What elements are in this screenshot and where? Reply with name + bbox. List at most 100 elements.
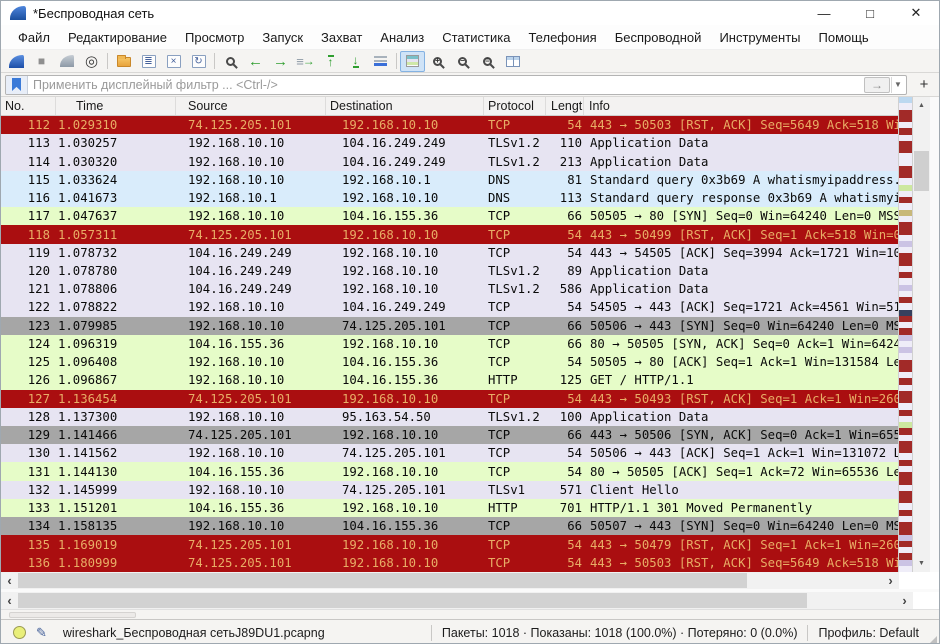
go-first-packet-button[interactable]: ↑: [318, 51, 343, 72]
menu-item-wireless[interactable]: Беспроводной: [606, 27, 711, 48]
menu-item-capture[interactable]: Захват: [312, 27, 371, 48]
auto-scroll-button[interactable]: [368, 51, 393, 72]
go-back-button[interactable]: ←: [243, 51, 268, 72]
scroll-up-arrow[interactable]: ▲: [913, 97, 930, 114]
open-file-button[interactable]: [111, 51, 136, 72]
display-filter-input[interactable]: Применить дисплейный фильтр ... <Ctrl-/>…: [5, 75, 907, 95]
profile-selector[interactable]: Профиль: Default: [814, 626, 929, 640]
packet-row-118[interactable]: 1181.05731174.125.205.101192.168.10.10TC…: [1, 225, 898, 243]
filter-dropdown-caret[interactable]: ▼: [891, 77, 904, 93]
column-header-no[interactable]: No.: [1, 97, 56, 115]
scroll-left-arrow[interactable]: ‹: [1, 572, 18, 589]
horizontal-scroll-thumb[interactable]: [18, 573, 747, 588]
packet-row-129[interactable]: 1291.14146674.125.205.101192.168.10.10TC…: [1, 426, 898, 444]
zoom-in-button[interactable]: +: [425, 51, 450, 72]
capture-options-button[interactable]: ◎: [79, 51, 104, 72]
menu-item-telephony[interactable]: Телефония: [519, 27, 605, 48]
window-resize-grip[interactable]: [929, 636, 937, 644]
colorize-button[interactable]: [400, 51, 425, 72]
column-header-source[interactable]: Source: [176, 97, 326, 115]
cell-dst: 192.168.10.10: [326, 556, 484, 570]
packet-row-124[interactable]: 1241.096319104.16.155.36192.168.10.10TCP…: [1, 335, 898, 353]
packet-row-125[interactable]: 1251.096408192.168.10.10104.16.155.36TCP…: [1, 353, 898, 371]
packet-row-135[interactable]: 1351.16901974.125.205.101192.168.10.10TC…: [1, 535, 898, 553]
pane-splitter[interactable]: [1, 609, 939, 619]
horizontal-scroll-thumb[interactable]: [18, 593, 807, 608]
close-file-button[interactable]: ×: [161, 51, 186, 72]
packet-row-136[interactable]: 1361.18099974.125.205.101192.168.10.10TC…: [1, 554, 898, 572]
save-file-button[interactable]: ≣: [136, 51, 161, 72]
packet-row-131[interactable]: 1311.144130104.16.155.36192.168.10.10TCP…: [1, 462, 898, 480]
cell-len: 54: [546, 246, 584, 260]
vertical-scroll-thumb[interactable]: [914, 151, 929, 191]
scroll-left-arrow[interactable]: ‹: [1, 592, 18, 609]
maximize-button[interactable]: □: [847, 1, 893, 25]
cell-proto: TLSv1.2: [484, 410, 546, 424]
packet-row-133[interactable]: 1331.151201104.16.155.36192.168.10.10HTT…: [1, 499, 898, 517]
go-to-packet-button[interactable]: →: [293, 51, 318, 72]
menu-item-file[interactable]: Файл: [9, 27, 59, 48]
scroll-down-arrow[interactable]: ▼: [913, 555, 930, 572]
packet-row-112[interactable]: 1121.02931074.125.205.101192.168.10.10TC…: [1, 116, 898, 134]
menu-item-view[interactable]: Просмотр: [176, 27, 253, 48]
menu-item-analyze[interactable]: Анализ: [371, 27, 433, 48]
packet-minimap-scrollbar[interactable]: [899, 97, 913, 572]
packet-row-126[interactable]: 1261.096867192.168.10.10104.16.155.36HTT…: [1, 371, 898, 389]
column-header-destination[interactable]: Destination: [326, 97, 484, 115]
restart-capture-button[interactable]: [54, 51, 79, 72]
close-button[interactable]: ✕: [893, 1, 939, 25]
column-header-info[interactable]: Info: [584, 97, 898, 115]
packet-row-114[interactable]: 1141.030320192.168.10.10104.16.249.249TL…: [1, 152, 898, 170]
filter-bookmark-button[interactable]: [6, 76, 28, 94]
column-header-length[interactable]: Length: [546, 97, 584, 115]
packet-row-128[interactable]: 1281.137300192.168.10.1095.163.54.50TLSv…: [1, 408, 898, 426]
cell-time: 1.145999: [56, 483, 176, 497]
capture-comment-pencil-icon[interactable]: ✎: [36, 625, 47, 641]
packet-row-115[interactable]: 1151.033624192.168.10.10192.168.10.1DNS8…: [1, 171, 898, 189]
menu-item-go[interactable]: Запуск: [253, 27, 312, 48]
scroll-right-arrow[interactable]: ›: [882, 572, 899, 589]
vertical-scrollbar[interactable]: ▲ ▼: [913, 97, 930, 572]
zoom-original-button[interactable]: =: [475, 51, 500, 72]
add-filter-button[interactable]: +: [913, 75, 935, 95]
expert-info-icon[interactable]: [13, 626, 26, 639]
cell-info: 50506 → 443 [SYN] Seq=0 Win=64240 Len=0 …: [584, 319, 898, 333]
cell-info: Application Data: [584, 282, 898, 296]
scroll-right-arrow[interactable]: ›: [896, 592, 913, 609]
packet-row-130[interactable]: 1301.141562192.168.10.1074.125.205.101TC…: [1, 444, 898, 462]
status-bar: ✎ wireshark_Беспроводная сетьJ89DU1.pcap…: [1, 619, 939, 644]
packet-row-117[interactable]: 1171.047637192.168.10.10104.16.155.36TCP…: [1, 207, 898, 225]
resize-columns-button[interactable]: [500, 51, 525, 72]
packet-row-123[interactable]: 1231.079985192.168.10.1074.125.205.101TC…: [1, 317, 898, 335]
zoom-out-button[interactable]: −: [450, 51, 475, 72]
menu-item-tools[interactable]: Инструменты: [710, 27, 809, 48]
packet-row-132[interactable]: 1321.145999192.168.10.1074.125.205.101TL…: [1, 481, 898, 499]
menu-item-statistics[interactable]: Статистика: [433, 27, 519, 48]
packet-row-134[interactable]: 1341.158135192.168.10.10104.16.155.36TCP…: [1, 517, 898, 535]
go-last-packet-button[interactable]: ↓: [343, 51, 368, 72]
packet-row-127[interactable]: 1271.13645474.125.205.101192.168.10.10TC…: [1, 390, 898, 408]
apply-filter-button[interactable]: →: [864, 77, 890, 93]
find-packet-button[interactable]: [218, 51, 243, 72]
menu-item-edit[interactable]: Редактирование: [59, 27, 176, 48]
packet-list: No.TimeSourceDestinationProtocolLengthIn…: [1, 97, 899, 572]
reload-file-button[interactable]: ↻: [186, 51, 211, 72]
packet-row-119[interactable]: 1191.078732104.16.249.249192.168.10.10TC…: [1, 244, 898, 262]
packet-row-116[interactable]: 1161.041673192.168.10.1192.168.10.10DNS1…: [1, 189, 898, 207]
packet-row-121[interactable]: 1211.078806104.16.249.249192.168.10.10TL…: [1, 280, 898, 298]
column-header-protocol[interactable]: Protocol: [484, 97, 546, 115]
packet-row-120[interactable]: 1201.078780104.16.249.249192.168.10.10TL…: [1, 262, 898, 280]
start-capture-button[interactable]: [4, 51, 29, 72]
column-header-time[interactable]: Time: [56, 97, 176, 115]
splitter-grip[interactable]: [9, 612, 136, 618]
minimize-button[interactable]: —: [801, 1, 847, 25]
stop-capture-button[interactable]: ■: [29, 51, 54, 72]
packet-row-113[interactable]: 1131.030257192.168.10.10104.16.249.249TL…: [1, 134, 898, 152]
secondary-horizontal-scrollbar[interactable]: ‹ ›: [1, 592, 913, 609]
go-forward-button[interactable]: →: [268, 51, 293, 72]
packet-list-horizontal-scrollbar[interactable]: ‹ ›: [1, 572, 899, 589]
cell-dst: 192.168.10.10: [326, 428, 484, 442]
menu-item-help[interactable]: Помощь: [810, 27, 878, 48]
cell-time: 1.141562: [56, 446, 176, 460]
packet-row-122[interactable]: 1221.078822192.168.10.10104.16.249.249TC…: [1, 298, 898, 316]
